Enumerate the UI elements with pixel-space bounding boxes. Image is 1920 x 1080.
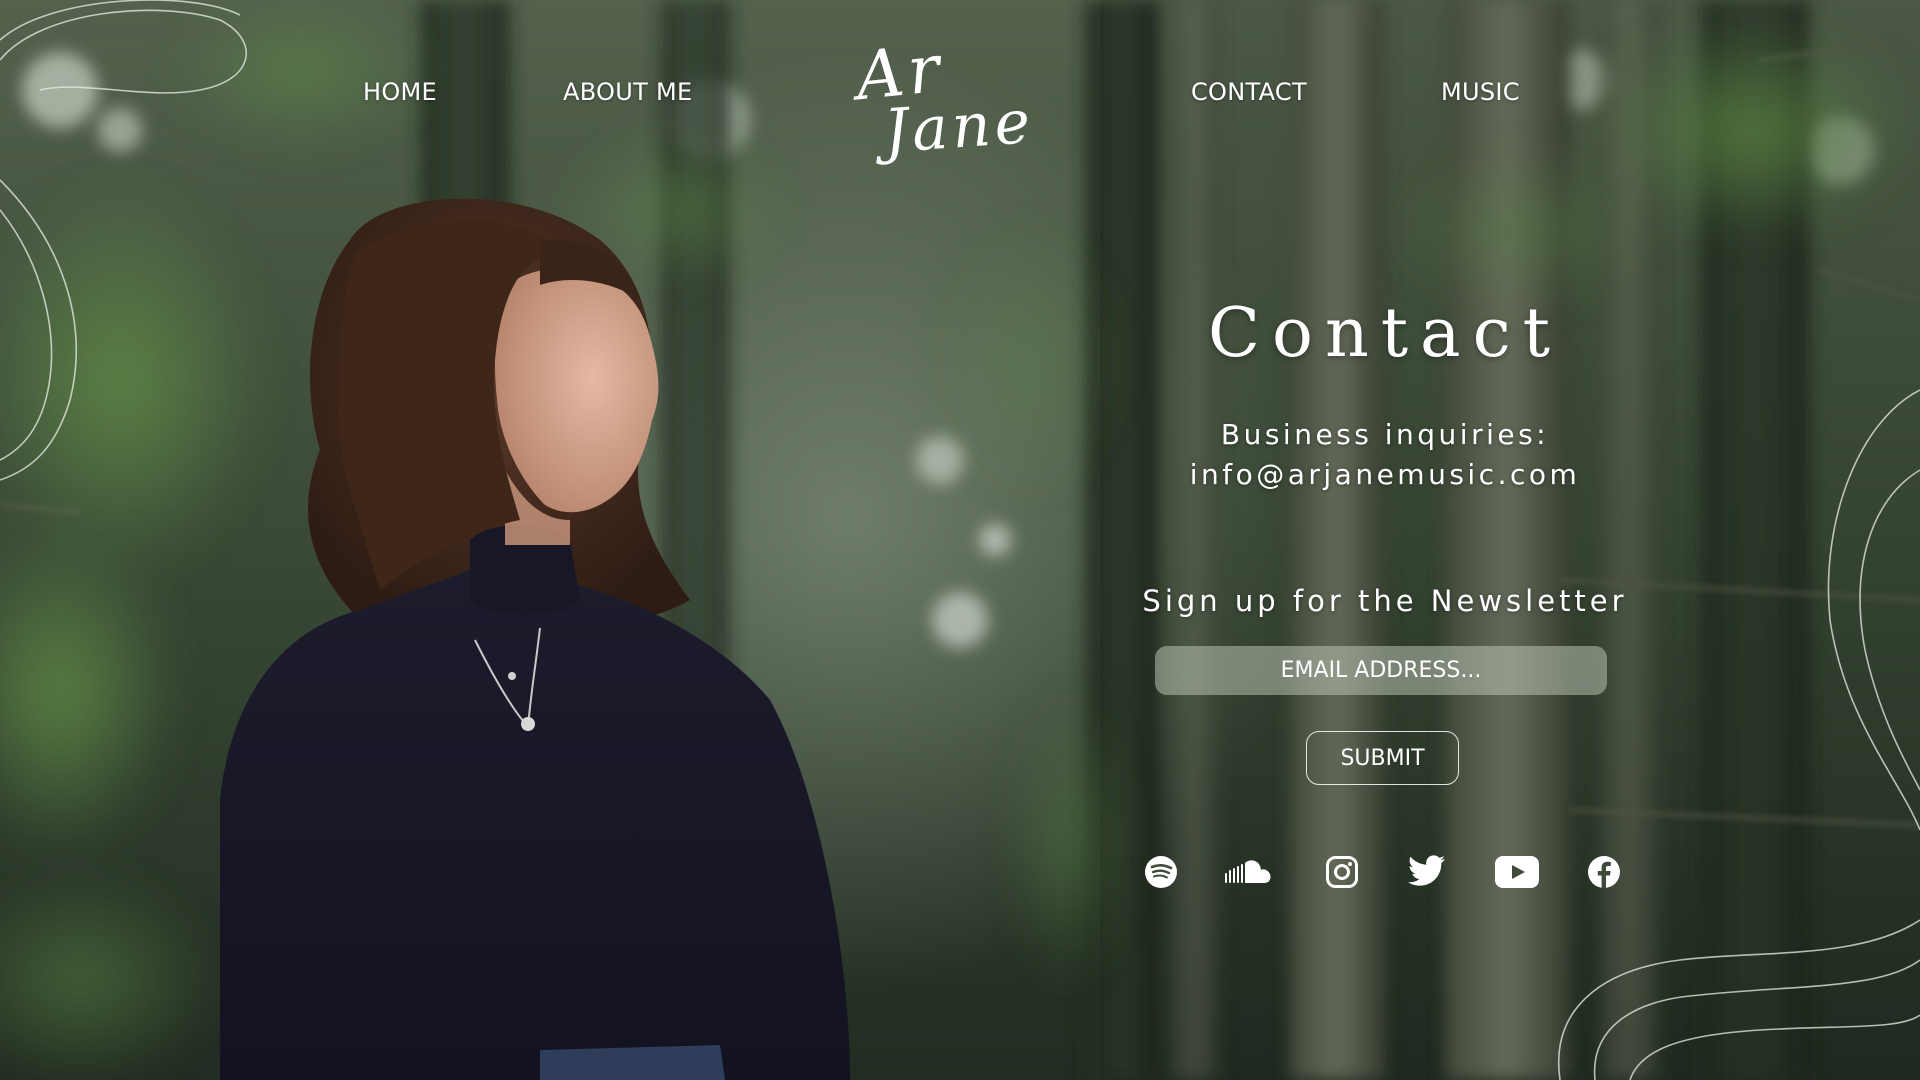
nav-about-me[interactable]: ABOUT ME xyxy=(563,78,692,106)
submit-button[interactable]: SUBMIT xyxy=(1306,731,1459,785)
soundcloud-icon[interactable] xyxy=(1224,857,1272,887)
social-links xyxy=(1125,855,1645,895)
nav-home[interactable]: HOME xyxy=(363,78,437,106)
page-title: Contact xyxy=(1207,294,1563,373)
business-inquiries-label: Business inquiries: xyxy=(1220,418,1550,451)
business-email: info@arjanemusic.com xyxy=(1189,458,1581,491)
logo-line-2: Jane xyxy=(881,86,1037,168)
facebook-icon[interactable] xyxy=(1587,855,1621,889)
youtube-icon[interactable] xyxy=(1495,856,1539,888)
twitter-icon[interactable] xyxy=(1408,855,1446,887)
instagram-icon[interactable] xyxy=(1325,855,1359,889)
arjane-logo[interactable]: Ar Jane xyxy=(842,28,1042,168)
spotify-icon[interactable] xyxy=(1144,855,1178,889)
newsletter-heading: Sign up for the Newsletter xyxy=(1142,584,1628,618)
contact-section: Contact Business inquiries: info@arjanem… xyxy=(1125,0,1645,1080)
email-field[interactable] xyxy=(1155,646,1607,695)
